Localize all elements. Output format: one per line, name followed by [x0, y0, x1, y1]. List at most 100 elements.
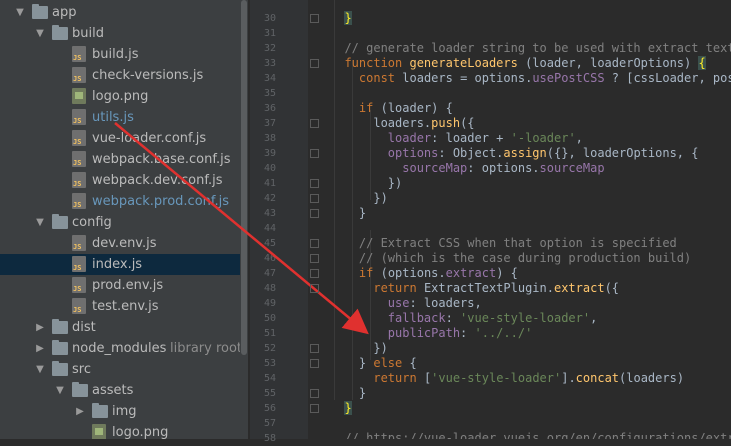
tree-item-build[interactable]: ▼ build [0, 23, 240, 44]
line-number: 43 [263, 208, 276, 219]
fold-marker-icon[interactable] [310, 59, 319, 68]
line-number: 38 [263, 133, 276, 144]
tree-scrollbar-thumb[interactable] [241, 0, 247, 355]
tree-item-logo-png[interactable]: logo.png [0, 86, 240, 107]
fold-marker-icon[interactable] [310, 404, 319, 413]
code-token: concat [575, 371, 620, 385]
code-line[interactable]: // https://vue-loader.vuejs.org/en/confi… [330, 431, 731, 439]
code-line[interactable]: } [330, 206, 366, 221]
fold-marker-icon[interactable] [310, 389, 319, 398]
code-line[interactable]: } [330, 11, 352, 26]
tree-item-node-modules[interactable]: ▶ node_modules library root [0, 338, 242, 359]
code-line[interactable]: fallback: 'vue-style-loader', [330, 311, 598, 326]
code-token: if [358, 101, 381, 115]
tree-item-label: node_modules [72, 341, 167, 356]
code-token: ) { [496, 266, 518, 280]
code-token: usePostCSS [532, 71, 605, 85]
code-editor[interactable]: } // generate loader string to be used w… [318, 0, 731, 439]
chevron-down-icon[interactable]: ▼ [14, 2, 26, 23]
code-line[interactable]: use: loaders, [330, 296, 482, 311]
code-line[interactable]: const loaders = options.usePostCSS ? [cs… [330, 71, 731, 86]
chevron-down-icon[interactable]: ▼ [34, 212, 46, 233]
js-file-icon [72, 193, 86, 209]
code-line[interactable]: function generateLoaders (loader, loader… [330, 56, 706, 71]
fold-marker-icon[interactable] [310, 269, 319, 278]
tree-item-index-js[interactable]: index.js [0, 254, 240, 275]
tree-item-logo-png[interactable]: logo.png [0, 422, 240, 439]
tree-item-webpack-base-conf-js[interactable]: webpack.base.conf.js [0, 149, 240, 170]
code-line[interactable]: loader: loader + '-loader', [330, 131, 583, 146]
chevron-right-icon[interactable]: ▶ [34, 338, 46, 359]
tree-item-check-versions-js[interactable]: check-versions.js [0, 65, 240, 86]
fold-marker-icon[interactable] [310, 119, 319, 128]
chevron-right-icon[interactable]: ▶ [74, 401, 86, 422]
fold-marker-icon[interactable] [310, 194, 319, 203]
tree-item-webpack-prod-conf-js[interactable]: webpack.prod.conf.js [0, 191, 240, 212]
code-line[interactable]: return ['vue-style-loader'].concat(loade… [330, 371, 684, 386]
tree-item-build-js[interactable]: build.js [0, 44, 240, 65]
code-line[interactable]: return ExtractTextPlugin.extract({ [330, 281, 619, 296]
code-line[interactable]: } else { [330, 356, 417, 371]
code-token: , [590, 311, 598, 325]
tree-item-dev-env-js[interactable]: dev.env.js [0, 233, 240, 254]
code-token: ? [cssLoader, postcs [611, 71, 731, 85]
code-line[interactable]: sourceMap: options.sourceMap [330, 161, 604, 176]
tree-item-vue-loader-conf-js[interactable]: vue-loader.conf.js [0, 128, 240, 149]
line-number: 53 [263, 358, 276, 369]
code-line[interactable]: if (options.extract) { [330, 266, 518, 281]
tree-item-src[interactable]: ▼ src [0, 359, 240, 380]
tree-scrollbar[interactable] [240, 0, 248, 439]
code-token: if [358, 266, 381, 280]
code-line[interactable]: } [330, 386, 366, 401]
tree-item-label: webpack.base.conf.js [92, 152, 231, 167]
fold-marker-icon[interactable] [310, 344, 319, 353]
code-token: (options. [380, 266, 446, 280]
code-line[interactable]: } [330, 401, 352, 416]
fold-marker-icon[interactable] [310, 14, 319, 23]
tree-item-label: build.js [92, 47, 139, 62]
fold-marker-icon[interactable] [310, 209, 319, 218]
tree-item-config[interactable]: ▼ config [0, 212, 240, 233]
code-line[interactable]: }) [330, 191, 387, 206]
code-line[interactable]: // generate loader string to be used wit… [330, 41, 731, 56]
code-line[interactable]: loaders.push({ [330, 116, 474, 131]
code-token: : [445, 311, 461, 325]
folder-icon [92, 403, 108, 418]
folder-icon [52, 340, 68, 355]
tree-item-test-env-js[interactable]: test.env.js [0, 296, 240, 317]
code-token: }) [330, 341, 388, 355]
tree-item-utils-js[interactable]: utils.js [0, 107, 240, 128]
tree-item-app[interactable]: ▼ app [0, 2, 240, 23]
fold-marker-icon[interactable] [310, 359, 319, 368]
code-line[interactable]: options: Object.assign({}, loaderOptions… [330, 146, 699, 161]
code-line[interactable]: if (loader) { [330, 101, 453, 116]
chevron-down-icon[interactable]: ▼ [34, 359, 46, 380]
code-line[interactable]: }) [330, 176, 402, 191]
fold-marker-icon[interactable] [310, 239, 319, 248]
fold-marker-icon[interactable] [310, 149, 319, 158]
tree-item-webpack-dev-conf-js[interactable]: webpack.dev.conf.js [0, 170, 240, 191]
line-number: 37 [263, 118, 276, 129]
js-file-icon [72, 256, 86, 272]
chevron-down-icon[interactable]: ▼ [54, 380, 66, 401]
fold-marker-icon[interactable] [310, 254, 319, 263]
code-token: '-loader' [510, 131, 576, 145]
tree-item-dist[interactable]: ▶ dist [0, 317, 240, 338]
code-line[interactable]: publicPath: '../../' [330, 326, 533, 341]
code-line[interactable]: }) [330, 341, 388, 356]
code-token: loaders = options. [402, 71, 533, 85]
fold-marker-icon[interactable] [310, 179, 319, 188]
tree-item-prod-env-js[interactable]: prod.env.js [0, 275, 240, 296]
code-line[interactable]: // (which is the case during production … [330, 251, 691, 266]
chevron-down-icon[interactable]: ▼ [34, 23, 46, 44]
chevron-right-icon[interactable]: ▶ [34, 317, 46, 338]
code-line[interactable]: // Extract CSS when that option is speci… [330, 236, 677, 251]
tree-item-img[interactable]: ▶ img [0, 401, 240, 422]
fold-marker-icon[interactable] [310, 284, 319, 293]
code-token: loader [387, 131, 432, 145]
tree-item-assets[interactable]: ▼ assets [0, 380, 240, 401]
